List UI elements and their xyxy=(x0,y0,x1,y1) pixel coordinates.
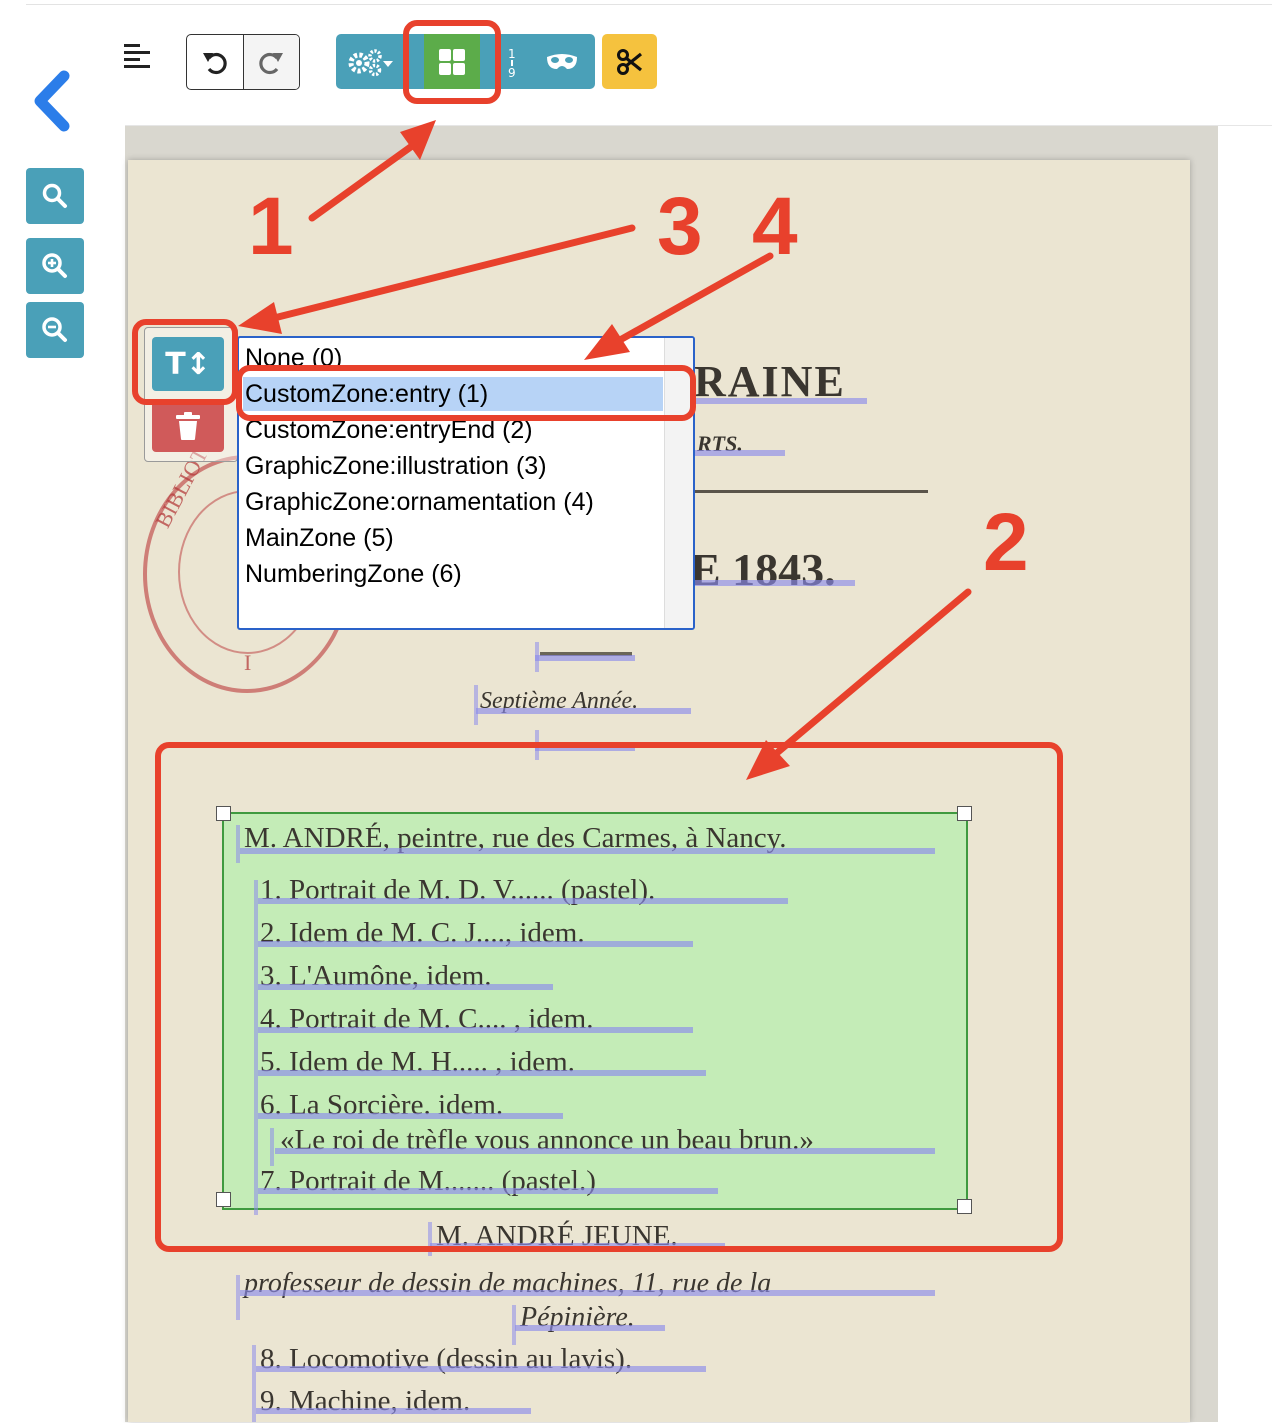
annotation-number-2: 2 xyxy=(983,497,1029,588)
scissors-icon xyxy=(616,48,642,75)
redo-button[interactable] xyxy=(242,35,299,89)
doc-bar xyxy=(535,642,539,672)
cogs-dropdown-icon xyxy=(348,48,393,76)
doc-line-underlay xyxy=(240,1290,935,1296)
ordering-icon: 19 xyxy=(508,47,516,80)
search-icon xyxy=(42,183,67,208)
doc-line-underlay xyxy=(256,1408,531,1414)
doc-rule xyxy=(692,490,928,493)
annotation-number-1: 1 xyxy=(248,181,294,272)
zoom-out-icon xyxy=(42,317,67,342)
undo-redo-group xyxy=(186,34,300,90)
annotation-box-layout-button xyxy=(403,20,501,104)
search-button[interactable] xyxy=(26,168,84,224)
zone-type-option[interactable]: GraphicZone:illustration (3) xyxy=(245,448,547,484)
doc-line-underlay xyxy=(692,398,867,404)
redo-icon xyxy=(259,52,284,75)
zone-type-option[interactable]: NumberingZone (6) xyxy=(245,556,462,592)
zone-type-option[interactable]: GraphicZone:ornamentation (4) xyxy=(245,484,594,520)
annotation-box-zone xyxy=(155,742,1063,1252)
chevron-left-icon[interactable] xyxy=(28,70,78,132)
align-left-icon[interactable] xyxy=(122,42,152,70)
doc-line-underlay xyxy=(695,450,785,456)
doc-bar xyxy=(474,685,478,725)
mask-button[interactable] xyxy=(532,34,592,89)
delete-zone-button[interactable] xyxy=(152,400,224,452)
doc-year-fragment: E 1843. xyxy=(690,544,836,595)
svg-text:9: 9 xyxy=(508,66,516,80)
annotation-box-type-button xyxy=(132,319,238,405)
cut-button[interactable] xyxy=(602,34,657,89)
zone-type-option[interactable]: MainZone (5) xyxy=(245,520,394,556)
doc-line-underlay xyxy=(476,708,691,714)
doc-line-underlay xyxy=(515,1325,665,1331)
top-divider xyxy=(26,4,1272,5)
doc-line-underlay xyxy=(690,580,855,586)
zoom-out-button[interactable] xyxy=(26,302,84,358)
doc-bar xyxy=(236,1275,240,1320)
annotation-number-4: 4 xyxy=(752,181,798,272)
annotation-number-3: 3 xyxy=(657,181,703,272)
undo-icon xyxy=(202,52,227,75)
trash-icon xyxy=(176,412,200,440)
zoom-in-button[interactable] xyxy=(26,238,84,294)
settings-dropdown-button[interactable] xyxy=(336,34,408,89)
zoom-in-icon xyxy=(42,253,67,278)
undo-button[interactable] xyxy=(187,35,243,89)
mask-icon xyxy=(547,53,577,69)
doc-line-underlay xyxy=(256,1366,706,1372)
svg-text:1: 1 xyxy=(508,47,516,61)
doc-line-underlay xyxy=(535,655,635,661)
annotation-box-entry-option xyxy=(236,365,696,421)
stamp-mark: I xyxy=(244,650,252,675)
